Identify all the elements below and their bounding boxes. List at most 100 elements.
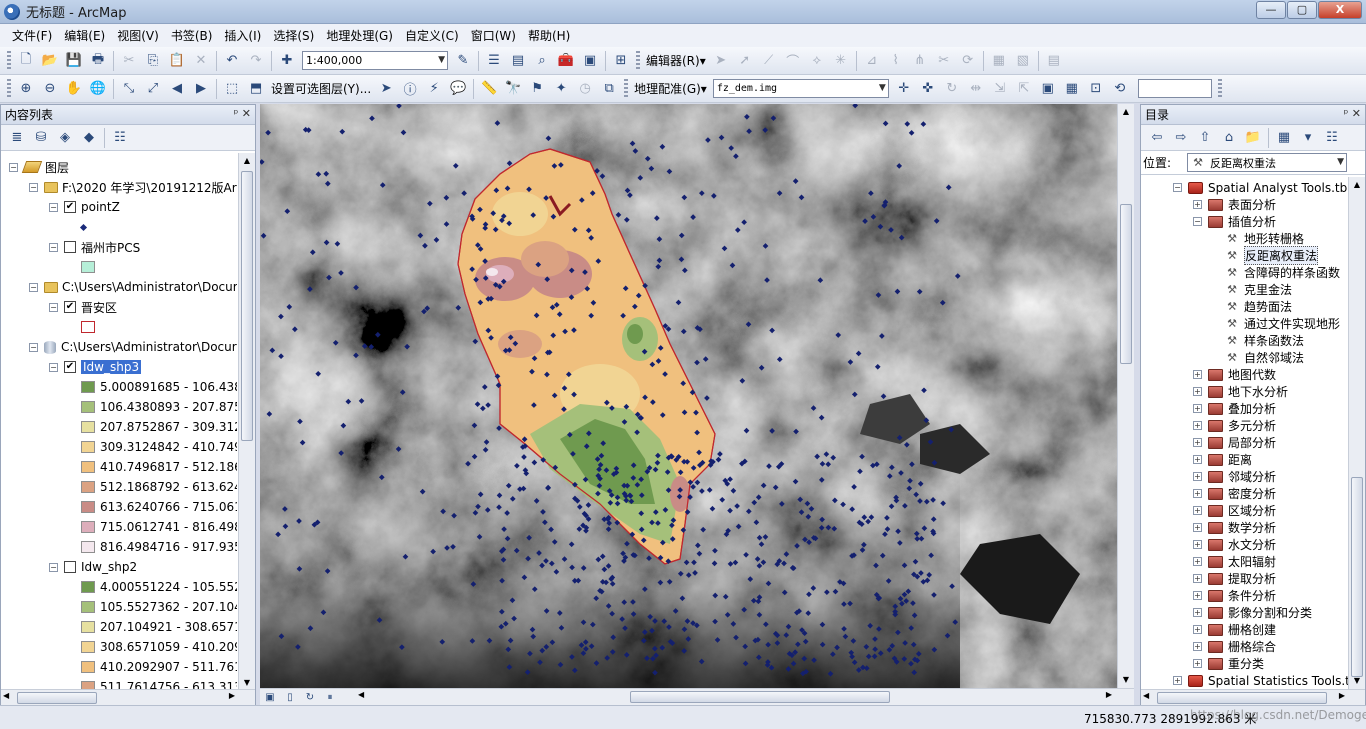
views-grid-icon[interactable]: ▦	[1274, 128, 1294, 148]
catalog-tool-item[interactable]: ⚒含障碍的样条函数	[1225, 264, 1340, 281]
catalog-toolset-item[interactable]: +水文分析	[1193, 536, 1276, 553]
pan-hand-icon[interactable]: ✋	[64, 79, 84, 99]
collapse-icon[interactable]: −	[49, 243, 58, 252]
fixed-zoom-in-icon[interactable]: ⤡	[119, 79, 139, 99]
scroll-right-icon[interactable]: ▶	[1106, 690, 1112, 699]
reshape-icon[interactable]: ⌇	[886, 51, 906, 71]
expand-icon[interactable]: +	[1193, 489, 1202, 498]
create-viewer-window-icon[interactable]: ⧉	[599, 79, 619, 99]
tree-group-folder[interactable]: − F:\2020 年学习\20191212版Arc	[29, 177, 237, 197]
sketch-properties-icon[interactable]: ▧	[1013, 51, 1033, 71]
catalog-toolset-item[interactable]: +多元分析	[1193, 417, 1276, 434]
point-icon[interactable]: ✳	[831, 51, 851, 71]
scroll-left-icon[interactable]: ◀	[358, 690, 364, 699]
scroll-up-icon[interactable]: ▲	[239, 153, 255, 169]
hyperlink-icon[interactable]: ⚡	[424, 79, 444, 99]
catalog-toolset-item[interactable]: +叠加分析	[1193, 400, 1276, 417]
expand-icon[interactable]: +	[1193, 404, 1202, 413]
options-icon[interactable]: ☷	[110, 128, 130, 148]
catalog-toolset-item[interactable]: +距离	[1193, 451, 1252, 468]
split-icon[interactable]: ✂	[934, 51, 954, 71]
menu-help[interactable]: 帮助(H)	[522, 25, 576, 47]
catalog-toolset-item[interactable]: +邻域分析	[1193, 468, 1276, 485]
catalog-toolset-item[interactable]: −插值分析	[1193, 213, 1276, 230]
scroll-down-icon[interactable]: ▼	[1118, 672, 1134, 688]
search-window-icon[interactable]: ⌕	[532, 51, 552, 71]
add-control-points-icon[interactable]: ✛	[894, 79, 914, 99]
catalog-tool-item[interactable]: ⚒趋势面法	[1225, 298, 1292, 315]
shift-layer-icon[interactable]: ⇹	[966, 79, 986, 99]
forward-arrow-icon[interactable]: ⇨	[1171, 128, 1191, 148]
forward-arrow-icon[interactable]: ▶	[191, 79, 211, 99]
list-by-visibility-icon[interactable]: ◈	[55, 128, 75, 148]
menu-view[interactable]: 视图(V)	[111, 25, 165, 47]
expand-icon[interactable]: +	[1193, 540, 1202, 549]
trace-icon[interactable]: ⟡	[807, 51, 827, 71]
expand-icon[interactable]: +	[1193, 506, 1202, 515]
catalog-toolset-item[interactable]: +提取分析	[1193, 570, 1276, 587]
identify-icon[interactable]: ⓘ	[400, 79, 420, 99]
catalog-tool-item[interactable]: ⚒自然邻域法	[1225, 349, 1304, 366]
georeferencing-menu[interactable]: 地理配准(G)▾	[631, 80, 710, 97]
collapse-icon[interactable]: −	[1173, 183, 1182, 192]
redo-icon[interactable]: ↷	[246, 51, 266, 71]
catalog-toolset-item[interactable]: +区域分析	[1193, 502, 1276, 519]
save-icon[interactable]: 💾	[64, 51, 84, 71]
expand-icon[interactable]: +	[1193, 421, 1202, 430]
scroll-thumb[interactable]	[1157, 692, 1327, 704]
expand-icon[interactable]: +	[1193, 591, 1202, 600]
model-builder-icon[interactable]: ⊞	[611, 51, 631, 71]
expand-icon[interactable]: +	[1193, 608, 1202, 617]
georef-layer-combo[interactable]: fz_dem.img ▼	[713, 79, 889, 98]
list-by-drawing-order-icon[interactable]: ≣	[7, 128, 27, 148]
arctoolbox-icon[interactable]: 🧰	[556, 51, 576, 71]
expand-icon[interactable]: +	[1193, 642, 1202, 651]
layer-visibility-checkbox[interactable]	[64, 241, 76, 253]
find-route-icon[interactable]: ⚑	[527, 79, 547, 99]
edit-tool-icon[interactable]: ➤	[711, 51, 731, 71]
full-extent-globe-icon[interactable]: 🌐	[88, 79, 108, 99]
scroll-thumb[interactable]	[241, 171, 253, 441]
table-of-contents-icon[interactable]: ☰	[484, 51, 504, 71]
catalog-tool-item[interactable]: ⚒反距离权重法	[1225, 247, 1318, 264]
catalog-toolbox-item[interactable]: −Spatial Analyst Tools.tb	[1173, 179, 1347, 196]
scroll-up-icon[interactable]: ▲	[1118, 104, 1134, 120]
options-icon[interactable]: ☷	[1322, 128, 1342, 148]
map-horizontal-scroll-thumb[interactable]	[630, 691, 890, 703]
new-document-icon[interactable]: 🗋	[16, 51, 36, 71]
georef-search-input[interactable]	[1138, 79, 1212, 98]
select-features-icon[interactable]: ⬚	[222, 79, 242, 99]
catalog-toolset-item[interactable]: +影像分割和分类	[1193, 604, 1312, 621]
collapse-icon[interactable]: −	[49, 363, 58, 372]
catalog-toolset-item[interactable]: +密度分析	[1193, 485, 1276, 502]
collapse-icon[interactable]: −	[1193, 217, 1202, 226]
layer-name[interactable]: 福州市PCS	[81, 239, 140, 256]
catalog-tool-item[interactable]: ⚒通过文件实现地形	[1225, 315, 1340, 332]
expand-icon[interactable]: +	[1193, 455, 1202, 464]
add-data-icon[interactable]: ✚	[277, 51, 297, 71]
clear-selection-icon[interactable]: ⬒	[246, 79, 266, 99]
attributes-icon[interactable]: ▦	[989, 51, 1009, 71]
expand-icon[interactable]: +	[1193, 659, 1202, 668]
pause-drawing-icon[interactable]: ⏸	[322, 690, 338, 704]
layer-row[interactable]: − 福州市PCS	[49, 237, 140, 257]
map-scale-combo[interactable]: 1:400,000 ▼	[302, 51, 448, 70]
layer-name-selected[interactable]: Idw_shp3	[81, 360, 141, 374]
catalog-toolset-item[interactable]: +栅格综合	[1193, 638, 1276, 655]
editor-menu[interactable]: 编辑器(R)▾	[643, 52, 709, 69]
scroll-left-icon[interactable]: ◀	[1143, 691, 1149, 700]
maximize-button[interactable]: ▢	[1287, 1, 1317, 19]
layer-name[interactable]: 晋安区	[81, 299, 117, 316]
paste-icon[interactable]: 📋	[167, 51, 187, 71]
georef-extent-icon[interactable]: ⊡	[1086, 79, 1106, 99]
map-vertical-scrollbar[interactable]: ▲ ▼	[1117, 104, 1134, 688]
menu-geoprocessing[interactable]: 地理处理(G)	[320, 25, 399, 47]
back-arrow-icon[interactable]: ◀	[167, 79, 187, 99]
html-popup-icon[interactable]: 💬	[448, 79, 468, 99]
catalog-icon[interactable]: ▤	[508, 51, 528, 71]
toolbar-grip[interactable]	[7, 51, 11, 71]
layout-view-icon[interactable]: ▯	[282, 690, 298, 704]
menu-file[interactable]: 文件(F)	[6, 25, 58, 47]
scroll-left-icon[interactable]: ◀	[3, 691, 9, 700]
menu-selection[interactable]: 选择(S)	[267, 25, 320, 47]
